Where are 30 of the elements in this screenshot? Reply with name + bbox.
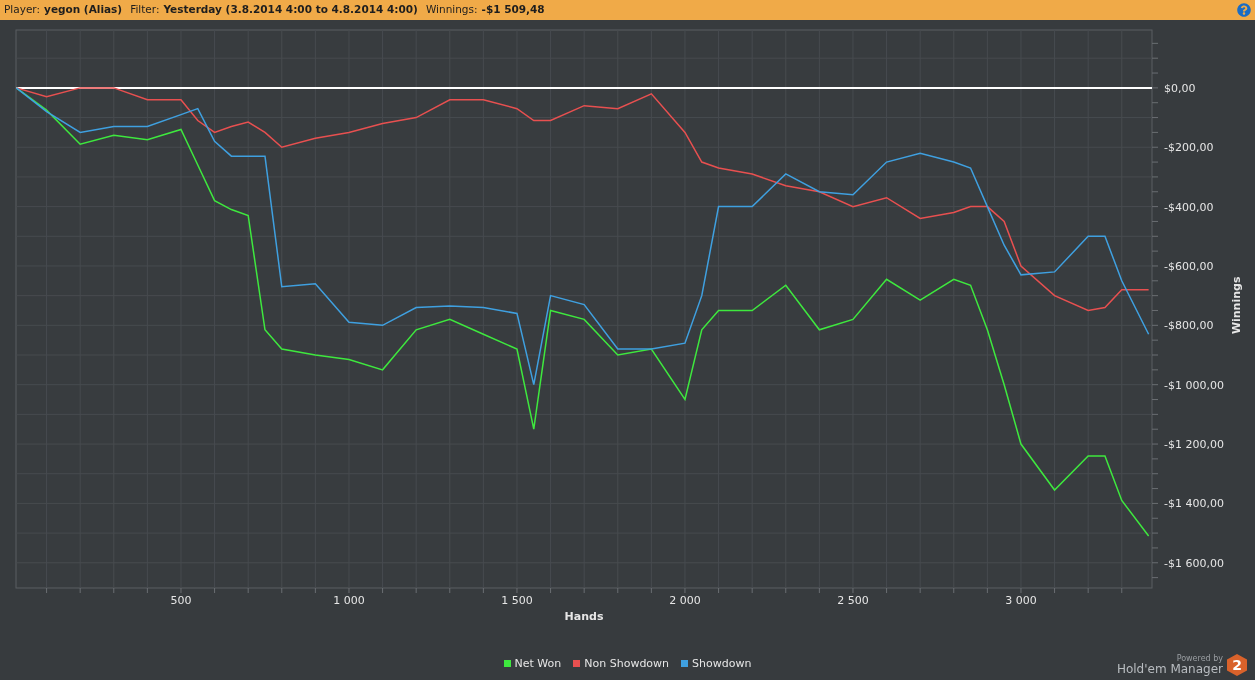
- logo-text: Hold'em Manager: [1116, 663, 1223, 675]
- logo-badge: 2: [1227, 654, 1247, 676]
- x-tick-label: 3 000: [1005, 594, 1037, 607]
- field-value: -$1 509,48: [481, 2, 545, 18]
- y-tick-label: -$800,00: [1164, 319, 1214, 333]
- help-icon[interactable]: [1237, 3, 1251, 17]
- y-tick-label: -$400,00: [1164, 200, 1214, 214]
- x-tick-label: 500: [170, 594, 192, 607]
- y-tick-label: $0,00: [1164, 81, 1196, 95]
- field-value: yegon (Alias): [44, 2, 123, 18]
- powered-by-text: Powered by: [1176, 655, 1223, 663]
- y-tick-label: -$200,00: [1164, 141, 1214, 155]
- field-value: Yesterday (3.8.2014 4:00 to 4.8.2014 4:00): [163, 2, 418, 18]
- x-tick-label: 1 000: [333, 594, 365, 607]
- y-tick-label: -$600,00: [1164, 259, 1214, 273]
- x-axis-title: Hands: [564, 610, 604, 622]
- legend-label: Non Showdown: [584, 655, 670, 672]
- x-tick-label: 2 000: [669, 594, 701, 607]
- y-tick-label: -$1 000,00: [1164, 378, 1224, 392]
- y-tick-label: -$1 600,00: [1164, 556, 1224, 570]
- legend-label: Net Won: [514, 655, 562, 672]
- y-tick-label: -$1 400,00: [1164, 497, 1224, 511]
- x-tick-label: 2 500: [837, 594, 869, 607]
- x-tick-label: 1 500: [501, 594, 533, 607]
- field-label: Filter:: [130, 2, 160, 18]
- legend-label: Showdown: [692, 655, 752, 672]
- field-label: Player:: [4, 2, 41, 18]
- field-label: Winnings:: [425, 2, 478, 18]
- y-tick-label: -$1 200,00: [1164, 438, 1224, 452]
- y-axis-title: Winnings: [1230, 276, 1243, 335]
